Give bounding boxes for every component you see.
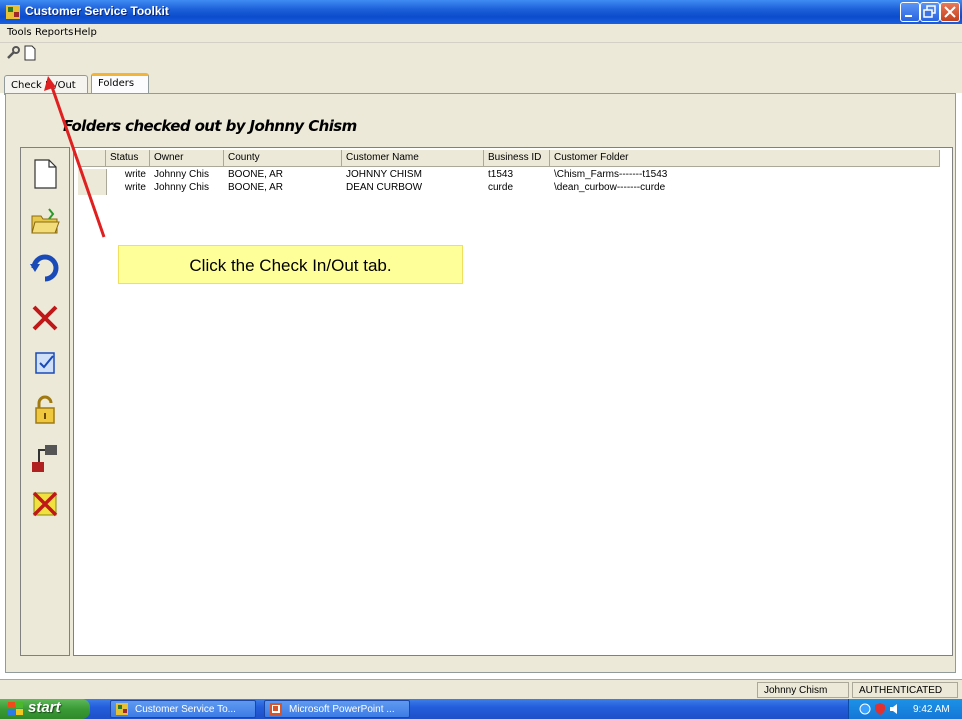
status-bar: Johnny Chism AUTHENTICATED	[0, 679, 962, 700]
menu-tools[interactable]: Tools	[7, 27, 32, 38]
column-county[interactable]: County	[224, 150, 342, 166]
tab-check-in-out[interactable]: Check In/Out	[4, 75, 88, 95]
cancel-checkout-button[interactable]	[29, 488, 61, 520]
tab-strip: Check In/Out Folders	[0, 63, 962, 95]
task-label: Customer Service To...	[135, 704, 236, 715]
cell-status: write	[124, 182, 146, 193]
app-icon	[6, 5, 20, 19]
shield-icon[interactable]	[875, 703, 885, 715]
app-icon	[116, 703, 128, 715]
new-document-icon[interactable]	[22, 45, 38, 61]
tab-folders[interactable]: Folders	[91, 73, 149, 93]
close-icon	[944, 6, 956, 18]
column-business-id[interactable]: Business ID	[484, 150, 550, 166]
cell-customer-folder: \Chism_Farms-------t1543	[554, 169, 668, 180]
column-owner[interactable]: Owner	[150, 150, 224, 166]
menu-help[interactable]: Help	[74, 27, 97, 38]
restore-icon	[923, 5, 936, 18]
restore-button[interactable]	[920, 2, 940, 22]
refresh-button[interactable]	[29, 252, 61, 284]
new-document-button[interactable]	[29, 158, 61, 190]
cell-customer-name: JOHNNY CHISM	[346, 169, 422, 180]
cell-business-id: curde	[488, 182, 514, 193]
cell-status: write	[124, 169, 146, 180]
column-status[interactable]: Status	[106, 150, 150, 166]
instruction-callout: Click the Check In/Out tab.	[118, 245, 463, 284]
row-selector[interactable]	[78, 182, 107, 195]
table-row[interactable]: write Johnny Chis BOONE, AR JOHNNY CHISM…	[78, 169, 940, 182]
taskbar: start Customer Service To... Microsoft P…	[0, 699, 962, 719]
menu-reports[interactable]: Reports	[35, 27, 73, 38]
title-bar[interactable]: Customer Service Toolkit	[0, 0, 962, 24]
window-title: Customer Service Toolkit	[25, 4, 169, 18]
column-customer-name[interactable]: Customer Name	[342, 150, 484, 166]
cell-owner: Johnny Chis	[154, 169, 210, 180]
table-row[interactable]: write Johnny Chis BOONE, AR DEAN CURBOW …	[78, 182, 940, 195]
row-selector-header	[78, 150, 106, 166]
panel-heading: Folders checked out by Johnny Chism	[63, 117, 357, 135]
unlock-button[interactable]	[29, 394, 61, 426]
minimize-button[interactable]	[900, 2, 920, 22]
menu-bar: Tools Reports Help	[0, 24, 962, 43]
close-button[interactable]	[940, 2, 960, 22]
cell-customer-folder: \dean_curbow-------curde	[554, 182, 666, 193]
folders-grid: Status Owner County Customer Name Busine…	[73, 147, 953, 656]
edit-check-button[interactable]	[29, 346, 61, 378]
task-powerpoint[interactable]: Microsoft PowerPoint ...	[264, 700, 410, 718]
grid-header: Status Owner County Customer Name Busine…	[78, 150, 940, 167]
toolbar	[0, 43, 962, 63]
delete-button[interactable]	[29, 302, 61, 334]
windows-logo-icon	[8, 702, 23, 715]
powerpoint-icon	[270, 703, 282, 715]
cell-owner: Johnny Chis	[154, 182, 210, 193]
start-label: start	[28, 699, 61, 716]
column-customer-folder[interactable]: Customer Folder	[550, 150, 940, 166]
row-selector[interactable]	[78, 169, 107, 182]
status-user: Johnny Chism	[757, 682, 849, 698]
status-auth: AUTHENTICATED	[852, 682, 958, 698]
volume-icon[interactable]	[889, 703, 901, 715]
cell-county: BOONE, AR	[228, 182, 284, 193]
cell-customer-name: DEAN CURBOW	[346, 182, 423, 193]
task-label: Microsoft PowerPoint ...	[289, 704, 395, 715]
cell-business-id: t1543	[488, 169, 514, 180]
start-button[interactable]: start	[0, 699, 90, 719]
clock[interactable]: 9:42 AM	[913, 704, 950, 715]
plug-button[interactable]	[29, 442, 61, 474]
task-customer-service[interactable]: Customer Service To...	[110, 700, 256, 718]
network-icon[interactable]	[859, 703, 871, 715]
open-folder-button[interactable]	[29, 206, 61, 238]
minimize-icon	[905, 15, 912, 17]
action-sidebar	[20, 147, 70, 656]
wrench-icon[interactable]	[5, 45, 21, 61]
system-tray: 9:42 AM	[848, 699, 962, 719]
cell-county: BOONE, AR	[228, 169, 284, 180]
